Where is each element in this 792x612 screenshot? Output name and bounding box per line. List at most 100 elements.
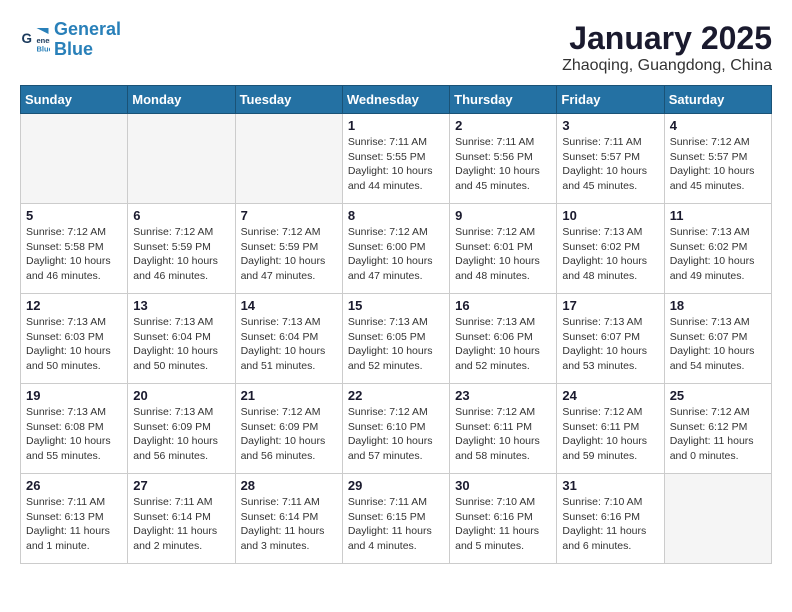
- day-info: Sunrise: 7:13 AM Sunset: 6:09 PM Dayligh…: [133, 405, 229, 464]
- calendar: SundayMondayTuesdayWednesdayThursdayFrid…: [20, 85, 772, 564]
- weekday-header-wednesday: Wednesday: [342, 86, 449, 114]
- day-number: 15: [348, 298, 444, 313]
- calendar-cell: 20 Sunrise: 7:13 AM Sunset: 6:09 PM Dayli…: [128, 384, 235, 474]
- day-number: 11: [670, 208, 766, 223]
- day-number: 16: [455, 298, 551, 313]
- day-info: Sunrise: 7:12 AM Sunset: 6:01 PM Dayligh…: [455, 225, 551, 284]
- title-block: January 2025 Zhaoqing, Guangdong, China: [562, 20, 772, 75]
- day-number: 28: [241, 478, 337, 493]
- day-number: 14: [241, 298, 337, 313]
- location: Zhaoqing, Guangdong, China: [562, 57, 772, 75]
- day-number: 10: [562, 208, 658, 223]
- week-row-3: 12 Sunrise: 7:13 AM Sunset: 6:03 PM Dayli…: [21, 294, 772, 384]
- day-info: Sunrise: 7:10 AM Sunset: 6:16 PM Dayligh…: [562, 495, 658, 554]
- calendar-cell: 16 Sunrise: 7:13 AM Sunset: 6:06 PM Dayli…: [450, 294, 557, 384]
- weekday-header-row: SundayMondayTuesdayWednesdayThursdayFrid…: [21, 86, 772, 114]
- calendar-cell: 23 Sunrise: 7:12 AM Sunset: 6:11 PM Dayli…: [450, 384, 557, 474]
- day-number: 17: [562, 298, 658, 313]
- day-info: Sunrise: 7:13 AM Sunset: 6:06 PM Dayligh…: [455, 315, 551, 374]
- calendar-cell: 25 Sunrise: 7:12 AM Sunset: 6:12 PM Dayli…: [664, 384, 771, 474]
- day-number: 7: [241, 208, 337, 223]
- day-number: 4: [670, 118, 766, 133]
- day-info: Sunrise: 7:10 AM Sunset: 6:16 PM Dayligh…: [455, 495, 551, 554]
- day-number: 5: [26, 208, 122, 223]
- calendar-cell: 12 Sunrise: 7:13 AM Sunset: 6:03 PM Dayli…: [21, 294, 128, 384]
- day-number: 26: [26, 478, 122, 493]
- logo-text: GeneralBlue: [54, 20, 121, 60]
- day-number: 3: [562, 118, 658, 133]
- calendar-cell: 4Sunrise: 7:12 AM Sunset: 5:57 PM Daylig…: [664, 114, 771, 204]
- day-number: 27: [133, 478, 229, 493]
- week-row-5: 26 Sunrise: 7:11 AM Sunset: 6:13 PM Dayli…: [21, 474, 772, 564]
- week-row-1: 1Sunrise: 7:11 AM Sunset: 5:55 PM Daylig…: [21, 114, 772, 204]
- calendar-cell: [664, 474, 771, 564]
- day-info: Sunrise: 7:13 AM Sunset: 6:07 PM Dayligh…: [562, 315, 658, 374]
- calendar-cell: 6 Sunrise: 7:12 AM Sunset: 5:59 PM Daylig…: [128, 204, 235, 294]
- day-number: 22: [348, 388, 444, 403]
- day-number: 18: [670, 298, 766, 313]
- day-number: 23: [455, 388, 551, 403]
- day-info: Sunrise: 7:11 AM Sunset: 6:13 PM Dayligh…: [26, 495, 122, 554]
- day-number: 30: [455, 478, 551, 493]
- calendar-cell: 3 Sunrise: 7:11 AM Sunset: 5:57 PM Daylig…: [557, 114, 664, 204]
- calendar-cell: 1Sunrise: 7:11 AM Sunset: 5:55 PM Daylig…: [342, 114, 449, 204]
- calendar-cell: 26 Sunrise: 7:11 AM Sunset: 6:13 PM Dayli…: [21, 474, 128, 564]
- day-info: Sunrise: 7:13 AM Sunset: 6:05 PM Dayligh…: [348, 315, 444, 374]
- day-number: 12: [26, 298, 122, 313]
- day-info: Sunrise: 7:11 AM Sunset: 5:56 PM Dayligh…: [455, 135, 551, 194]
- weekday-header-monday: Monday: [128, 86, 235, 114]
- calendar-cell: 31Sunrise: 7:10 AM Sunset: 6:16 PM Dayli…: [557, 474, 664, 564]
- calendar-cell: 22 Sunrise: 7:12 AM Sunset: 6:10 PM Dayli…: [342, 384, 449, 474]
- day-number: 21: [241, 388, 337, 403]
- day-number: 9: [455, 208, 551, 223]
- calendar-cell: 21 Sunrise: 7:12 AM Sunset: 6:09 PM Dayli…: [235, 384, 342, 474]
- page-header: G eneral Blue GeneralBlue January 2025 Z…: [20, 20, 772, 75]
- day-number: 2: [455, 118, 551, 133]
- day-info: Sunrise: 7:13 AM Sunset: 6:08 PM Dayligh…: [26, 405, 122, 464]
- calendar-cell: 18 Sunrise: 7:13 AM Sunset: 6:07 PM Dayli…: [664, 294, 771, 384]
- logo: G eneral Blue GeneralBlue: [20, 20, 121, 60]
- calendar-cell: 29 Sunrise: 7:11 AM Sunset: 6:15 PM Dayli…: [342, 474, 449, 564]
- day-info: Sunrise: 7:12 AM Sunset: 5:59 PM Dayligh…: [241, 225, 337, 284]
- calendar-cell: 19 Sunrise: 7:13 AM Sunset: 6:08 PM Dayli…: [21, 384, 128, 474]
- weekday-header-friday: Friday: [557, 86, 664, 114]
- calendar-cell: 7 Sunrise: 7:12 AM Sunset: 5:59 PM Daylig…: [235, 204, 342, 294]
- day-info: Sunrise: 7:13 AM Sunset: 6:07 PM Dayligh…: [670, 315, 766, 374]
- day-info: Sunrise: 7:11 AM Sunset: 5:57 PM Dayligh…: [562, 135, 658, 194]
- calendar-cell: [235, 114, 342, 204]
- calendar-cell: 2 Sunrise: 7:11 AM Sunset: 5:56 PM Daylig…: [450, 114, 557, 204]
- day-info: Sunrise: 7:11 AM Sunset: 6:14 PM Dayligh…: [241, 495, 337, 554]
- day-info: Sunrise: 7:12 AM Sunset: 6:11 PM Dayligh…: [455, 405, 551, 464]
- weekday-header-saturday: Saturday: [664, 86, 771, 114]
- day-number: 25: [670, 388, 766, 403]
- day-info: Sunrise: 7:12 AM Sunset: 6:09 PM Dayligh…: [241, 405, 337, 464]
- day-info: Sunrise: 7:12 AM Sunset: 6:12 PM Dayligh…: [670, 405, 766, 464]
- day-info: Sunrise: 7:12 AM Sunset: 5:59 PM Dayligh…: [133, 225, 229, 284]
- day-number: 8: [348, 208, 444, 223]
- day-info: Sunrise: 7:12 AM Sunset: 6:10 PM Dayligh…: [348, 405, 444, 464]
- weekday-header-thursday: Thursday: [450, 86, 557, 114]
- calendar-cell: 15 Sunrise: 7:13 AM Sunset: 6:05 PM Dayli…: [342, 294, 449, 384]
- day-info: Sunrise: 7:12 AM Sunset: 6:00 PM Dayligh…: [348, 225, 444, 284]
- day-info: Sunrise: 7:11 AM Sunset: 6:15 PM Dayligh…: [348, 495, 444, 554]
- weekday-header-tuesday: Tuesday: [235, 86, 342, 114]
- day-number: 29: [348, 478, 444, 493]
- month-year: January 2025: [562, 20, 772, 57]
- calendar-cell: 27Sunrise: 7:11 AM Sunset: 6:14 PM Dayli…: [128, 474, 235, 564]
- calendar-cell: [21, 114, 128, 204]
- calendar-cell: 14Sunrise: 7:13 AM Sunset: 6:04 PM Dayli…: [235, 294, 342, 384]
- day-number: 6: [133, 208, 229, 223]
- svg-text:G: G: [22, 31, 33, 46]
- day-number: 19: [26, 388, 122, 403]
- calendar-cell: 24Sunrise: 7:12 AM Sunset: 6:11 PM Dayli…: [557, 384, 664, 474]
- calendar-cell: 10Sunrise: 7:13 AM Sunset: 6:02 PM Dayli…: [557, 204, 664, 294]
- calendar-cell: 11Sunrise: 7:13 AM Sunset: 6:02 PM Dayli…: [664, 204, 771, 294]
- day-info: Sunrise: 7:13 AM Sunset: 6:04 PM Dayligh…: [133, 315, 229, 374]
- svg-text:Blue: Blue: [37, 44, 51, 53]
- calendar-cell: 17 Sunrise: 7:13 AM Sunset: 6:07 PM Dayli…: [557, 294, 664, 384]
- day-info: Sunrise: 7:12 AM Sunset: 6:11 PM Dayligh…: [562, 405, 658, 464]
- calendar-cell: 8 Sunrise: 7:12 AM Sunset: 6:00 PM Daylig…: [342, 204, 449, 294]
- logo-icon: G eneral Blue: [20, 25, 50, 55]
- day-number: 20: [133, 388, 229, 403]
- day-info: Sunrise: 7:13 AM Sunset: 6:03 PM Dayligh…: [26, 315, 122, 374]
